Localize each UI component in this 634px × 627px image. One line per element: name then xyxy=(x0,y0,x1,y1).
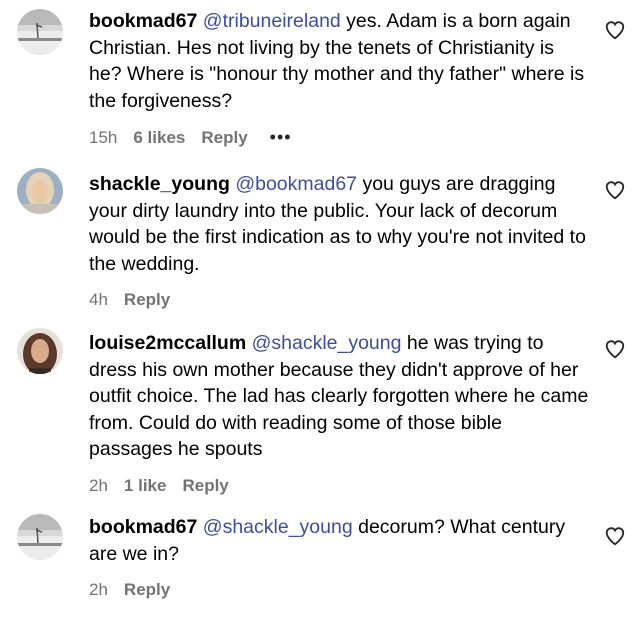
avatar[interactable] xyxy=(17,328,63,374)
louise2mccallum-avatar-image xyxy=(17,328,63,374)
comment-text: shackle_young @bookmad67 you guys are dr… xyxy=(89,171,589,277)
heart-icon[interactable] xyxy=(604,525,626,547)
comment-likes[interactable]: 6 likes xyxy=(133,128,185,148)
more-options-icon[interactable]: ••• xyxy=(270,127,292,148)
avatar[interactable] xyxy=(17,514,63,560)
comment-time: 2h xyxy=(89,580,108,599)
comment-meta: 2h Reply xyxy=(89,580,589,600)
reply-button[interactable]: Reply xyxy=(201,128,247,148)
comment-text: bookmad67 @tribuneireland yes. Adam is a… xyxy=(89,8,589,114)
comment-mention[interactable]: @shackle_young xyxy=(252,332,402,354)
comment-mention[interactable]: @tribuneireland xyxy=(203,10,341,32)
shackle-young-avatar-image xyxy=(17,168,63,214)
comment-meta: 4h Reply xyxy=(89,290,589,310)
heart-icon[interactable] xyxy=(604,19,626,41)
bookmad67-avatar-image xyxy=(17,9,63,55)
comment-time: 15h xyxy=(89,127,118,147)
bookmad67-avatar-image xyxy=(17,514,63,560)
comment-meta: 2h 1 like Reply xyxy=(89,476,589,496)
comment-text: louise2mccallum @shackle_young he was tr… xyxy=(89,330,589,463)
comment-time: 4h xyxy=(89,290,108,309)
comment-text: bookmad67 @shackle_young decorum? What c… xyxy=(89,514,589,567)
comment-username[interactable]: bookmad67 xyxy=(89,10,197,32)
avatar[interactable] xyxy=(17,168,63,214)
heart-icon[interactable] xyxy=(604,179,626,201)
comment-username[interactable]: bookmad67 xyxy=(89,516,197,538)
comment-likes[interactable]: 1 like xyxy=(124,476,167,496)
heart-icon[interactable] xyxy=(604,338,626,360)
comment-mention[interactable]: @shackle_young xyxy=(203,516,353,538)
reply-button[interactable]: Reply xyxy=(124,580,170,600)
comment-meta: 15h 6 likes Reply ••• xyxy=(89,127,589,148)
avatar[interactable] xyxy=(17,9,63,55)
reply-button[interactable]: Reply xyxy=(124,290,170,310)
comment-time: 2h xyxy=(89,475,108,495)
reply-button[interactable]: Reply xyxy=(182,476,228,496)
comment-mention[interactable]: @bookmad67 xyxy=(235,173,357,195)
comment-username[interactable]: shackle_young xyxy=(89,173,230,195)
comment-username[interactable]: louise2mccallum xyxy=(89,332,246,354)
